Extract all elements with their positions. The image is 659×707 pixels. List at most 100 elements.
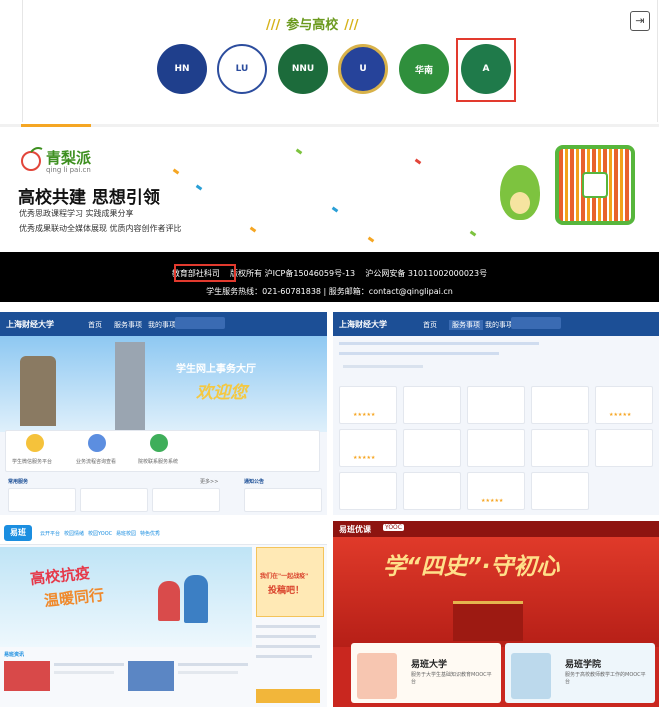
banner-title: 学生网上事务大厅 [176,364,256,375]
quick-entry-label: 学生微信服务平台 [12,459,53,465]
service-card[interactable] [595,429,653,467]
exit-icon[interactable]: ⇥ [630,11,650,31]
nav-item[interactable]: 云开平台 [40,530,60,537]
quick-entry-label: 业务流程咨询查看 [76,459,117,465]
quick-entry-label: 院校联系服务系统 [138,459,179,465]
school-logo: 上海财经大学 [339,320,387,329]
card-illustration [511,653,551,699]
card-title: 易班学院 [565,660,602,670]
highlight-box [174,264,236,282]
footer-copyright: 教育部社科司 版权所有 沪ICP备15046059号-13 沪公网安备 3101… [171,269,488,278]
rating-stars: ★★★★★ [481,498,504,504]
nav-home[interactable]: 首页 [88,320,102,330]
nav-item[interactable]: 校园情绪 [64,530,84,537]
service-card[interactable] [8,488,76,512]
card-subtitle: 服务于高校教师教学工作的MOOC平台 [565,672,646,685]
university-logo[interactable]: LU [217,44,267,94]
side-list-line[interactable] [256,645,320,648]
news-thumbnail[interactable] [128,661,174,691]
service-card[interactable] [339,386,397,424]
service-card[interactable] [339,429,397,467]
service-card[interactable] [531,429,589,467]
contact-icon[interactable] [150,434,168,452]
school-logo: 上海财经大学 [6,320,54,329]
notice-list [244,488,322,512]
service-card[interactable] [339,472,397,510]
figure-illustration [184,575,208,623]
service-card[interactable] [403,429,461,467]
anti-epidemic-banner[interactable] [0,547,252,647]
card-subtitle: 服务于大学生基础知识教育MOOC平台 [411,672,492,685]
nav-my-items[interactable]: 我的事项 [148,320,176,330]
rating-stars: ★★★★★ [609,412,632,418]
university-logo[interactable]: U [338,44,388,94]
section-title: 常用服务 [8,479,29,485]
process-icon[interactable] [88,434,106,452]
side-promo[interactable] [256,547,324,617]
side-promo-title: 我们在"一起战疫" [260,573,309,580]
mascot-belly [510,192,530,214]
university-logo[interactable]: 华南 [399,44,449,94]
nav-item[interactable]: 特色优秀 [140,530,160,537]
news-line[interactable] [178,663,248,666]
service-card[interactable] [80,488,148,512]
section-title: 通知公告 [244,479,265,485]
nav-my-items[interactable]: 我的事项 [485,320,513,330]
divider [21,124,91,127]
news-line [54,671,114,674]
yiban-logo[interactable]: 易班 [4,525,32,541]
filter-row[interactable] [339,342,539,345]
banner-text: 优秀思政课程学习 实践成果分享 [19,209,134,218]
side-list-line[interactable] [256,625,320,628]
screenshot-service-list: 上海财经大学 首页 服务事项 我的事项 ★★★★★ ★★★★★ ★★★★★ ★★… [333,312,659,515]
footer-contact: 学生服务热线：021-60781838 | 服务邮箱：contact@qingl… [206,287,453,296]
nav-item[interactable]: 校园YOOC [88,530,112,537]
alphabet-filter[interactable] [343,365,423,368]
app-header: 上海财经大学 首页 服务事项 我的事项 [0,312,327,336]
university-logo[interactable]: NNU [278,44,328,94]
rating-stars: ★★★★★ [353,412,376,418]
screenshot-yooc: 易班优课 YOOC 学“四史”·守初心 易班大学 服务于大学生基础知识教育MOO… [333,521,659,707]
brand-domain: qing li pai.cn [46,166,91,174]
side-list-line[interactable] [256,635,316,638]
clock-tower-image [115,342,145,430]
screenshot-student-affairs-home: 上海财经大学 首页 服务事项 我的事项 学生网上事务大厅 欢迎您 学生微信服务平… [0,312,327,515]
news-line[interactable] [54,663,124,666]
more-link[interactable]: 更多>> [200,478,218,485]
search-input[interactable] [175,317,225,329]
section-title: 易班资讯 [4,652,25,658]
app-header: 上海财经大学 首页 服务事项 我的事项 [333,312,659,336]
service-card[interactable] [531,472,589,510]
news-line [178,671,238,674]
service-card[interactable] [403,386,461,424]
service-card[interactable] [467,429,525,467]
search-input[interactable] [511,317,561,329]
service-card[interactable] [467,386,525,424]
service-card[interactable] [467,472,525,510]
service-card[interactable] [152,488,220,512]
card-title: 易班大学 [411,660,448,670]
side-bottom-banner[interactable] [256,689,320,703]
news-thumbnail[interactable] [4,661,50,691]
nav-services[interactable]: 服务事项 [449,320,483,330]
nav-home[interactable]: 首页 [423,320,437,330]
side-promo-subtitle: 投稿吧！ [268,586,305,596]
service-card[interactable] [595,386,653,424]
nav-services[interactable]: 服务事项 [114,320,142,330]
side-list-line[interactable] [256,655,312,658]
service-card[interactable] [531,386,589,424]
nav-item[interactable]: 易班校园 [116,530,136,537]
university-logo[interactable]: HN [157,44,207,94]
qinglipai-logo-icon [21,147,43,171]
tiananmen-illustration [453,601,523,641]
banner-title: 学“四史”·守初心 [383,554,560,580]
service-card[interactable] [403,472,461,510]
yooc-header [333,521,659,537]
banner-headline: 高校共建 思想引领 [18,188,160,208]
filter-row[interactable] [339,352,499,355]
section-title: ///参与高校/// [266,18,359,33]
screenshot-yiban-home: 易班 云开平台 校园情绪 校园YOOC 易班校园 特色优秀 高校抗疫 温暖同行 … [0,521,327,707]
wechat-service-icon[interactable] [26,434,44,452]
qr-center-icon [582,172,608,198]
yooc-logo[interactable]: 易班优课 [339,524,371,535]
